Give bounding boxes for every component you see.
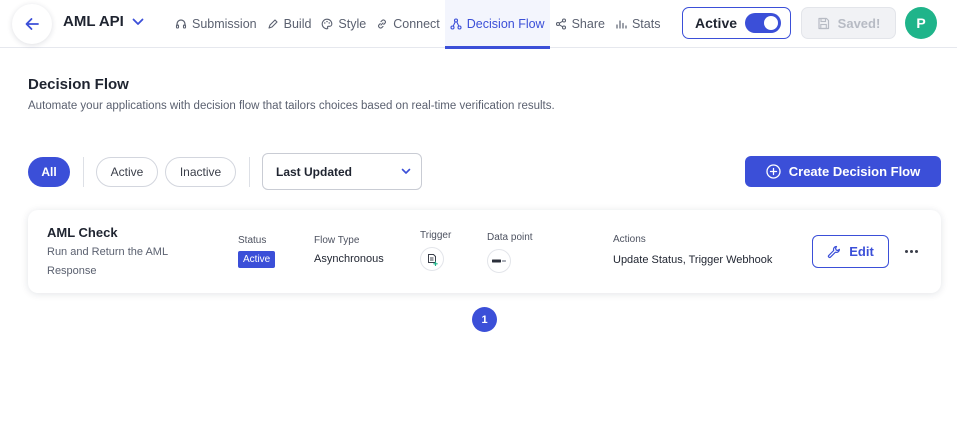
data-point-icon-badge — [487, 249, 511, 273]
tab-label: Build — [283, 17, 312, 31]
form-submit-icon — [427, 253, 438, 266]
sort-select[interactable]: Last Updated — [262, 153, 422, 190]
arrow-left-icon — [25, 18, 39, 30]
chevron-down-icon — [401, 168, 411, 174]
filter-all-button[interactable]: All — [28, 157, 70, 187]
filter-divider — [249, 157, 250, 187]
active-switch[interactable] — [745, 13, 782, 33]
filter-all-label: All — [41, 165, 57, 179]
pencil-icon — [268, 19, 278, 29]
saved-label: Saved! — [837, 15, 881, 31]
flow-icon — [450, 18, 462, 30]
avatar-initial: P — [916, 15, 926, 31]
app-title-dropdown[interactable]: AML API — [63, 13, 144, 30]
top-bar: AML API Submission Build Style Connect D… — [0, 0, 957, 49]
tab-label: Decision Flow — [466, 17, 545, 31]
pagination-page-1[interactable]: 1 — [472, 307, 497, 332]
flow-type-value: Asynchronous — [314, 253, 384, 265]
edit-label: Edit — [849, 244, 874, 259]
tab-share[interactable]: Share — [550, 0, 610, 48]
actions-value: Update Status, Trigger Webhook — [613, 254, 773, 266]
flow-type-label: Flow Type — [314, 235, 360, 246]
chevron-down-icon — [132, 18, 144, 25]
page-title: Decision Flow — [28, 76, 129, 93]
tab-build[interactable]: Build — [262, 0, 317, 48]
filter-active-button[interactable]: Active — [96, 157, 158, 187]
flow-name: AML Check — [47, 225, 118, 240]
save-disk-icon — [818, 17, 829, 29]
trigger-icon-badge — [420, 247, 444, 271]
actions-label: Actions — [613, 234, 646, 245]
data-source-logo-icon — [492, 259, 506, 263]
tab-label: Connect — [393, 17, 440, 31]
switch-knob — [764, 16, 779, 30]
create-decision-flow-button[interactable]: Create Decision Flow — [745, 156, 941, 187]
filter-active-label: Active — [110, 165, 144, 179]
share-icon — [555, 18, 566, 30]
tab-stats[interactable]: Stats — [610, 0, 666, 48]
wrench-icon — [828, 245, 841, 258]
palette-icon — [322, 18, 333, 30]
trigger-label: Trigger — [420, 230, 452, 241]
tab-connect[interactable]: Connect — [371, 0, 445, 48]
headset-icon — [175, 19, 187, 29]
filter-divider — [83, 157, 84, 187]
app-title: AML API — [63, 13, 124, 30]
filter-inactive-button[interactable]: Inactive — [165, 157, 236, 187]
user-avatar[interactable]: P — [905, 7, 937, 39]
more-options-icon[interactable] — [901, 242, 921, 260]
filter-inactive-label: Inactive — [179, 165, 222, 179]
tab-decision-flow[interactable]: Decision Flow — [444, 0, 550, 49]
tab-label: Share — [571, 17, 605, 31]
flow-description: Run and Return the AML Response — [47, 246, 168, 277]
status-label: Status — [238, 235, 267, 246]
tab-label: Stats — [631, 17, 661, 31]
page-description: Automate your applications with decision… — [28, 100, 555, 112]
link-icon — [378, 19, 387, 29]
status-badge: Active — [238, 251, 276, 268]
plus-circle-icon — [766, 164, 781, 179]
active-toggle-label: Active — [695, 15, 738, 31]
tab-style[interactable]: Style — [316, 0, 371, 48]
edit-flow-button[interactable]: Edit — [812, 235, 889, 268]
data-point-label: Data point — [487, 232, 533, 243]
decision-flow-card: AML Check Run and Return the AML Respons… — [28, 210, 941, 293]
create-button-label: Create Decision Flow — [788, 164, 921, 179]
stats-icon — [616, 20, 627, 29]
tab-label: Style — [338, 17, 367, 31]
form-active-toggle[interactable]: Active — [682, 7, 791, 39]
tab-label: Submission — [192, 17, 257, 31]
saved-button: Saved! — [801, 7, 896, 39]
main-nav: Submission Build Style Connect Decision … — [170, 0, 666, 49]
tab-submission[interactable]: Submission — [170, 0, 262, 48]
sort-selected-value: Last Updated — [276, 164, 353, 179]
back-button[interactable] — [12, 4, 52, 44]
